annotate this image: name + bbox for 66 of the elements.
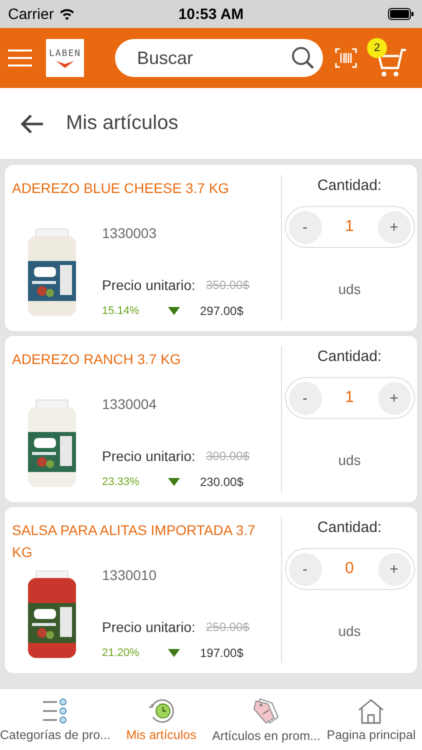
product-code: 1330003	[102, 225, 158, 243]
clock-time: 10:53 AM	[178, 6, 244, 22]
cart-count-badge: 2	[367, 38, 387, 58]
down-triangle-icon	[168, 649, 180, 657]
nav-label: Artículos en prom...	[212, 728, 320, 742]
price-label: Precio unitario:	[102, 448, 196, 464]
product-code: 1330010	[102, 567, 158, 585]
increase-button[interactable]: +	[378, 210, 410, 244]
down-triangle-icon	[168, 478, 180, 486]
quantity-value: 1	[345, 218, 354, 236]
barcode-scanner-icon[interactable]	[335, 48, 357, 68]
product-card[interactable]: ADEREZO BLUE CHEESE 3.7 KG 1330003 Precio unitario: 350.00$ 15.14% 297.00$ Cantidad: - 1 + uds	[5, 165, 417, 331]
price-label: Precio unitario:	[102, 619, 196, 635]
carrier-name: Carrier	[8, 6, 54, 22]
wifi-icon	[58, 8, 75, 20]
decrease-button[interactable]: -	[288, 382, 322, 414]
product-code: 1330004	[102, 396, 158, 414]
quantity-stepper[interactable]: - 1 +	[284, 377, 414, 419]
down-triangle-icon	[168, 307, 180, 315]
quantity-value: 1	[345, 389, 354, 407]
original-price: 350.00$	[206, 278, 250, 292]
menu-icon[interactable]	[8, 49, 32, 67]
price-tag-icon	[252, 696, 280, 724]
discounted-price: 297.00$	[200, 304, 244, 318]
battery-icon	[388, 8, 414, 20]
product-name: ADEREZO BLUE CHEESE 3.7 KG	[12, 179, 230, 198]
decrease-button[interactable]: -	[288, 552, 322, 586]
discount-percent: 15.14%	[102, 305, 140, 317]
home-icon	[357, 698, 386, 724]
nav-label: Mis artículos	[126, 728, 196, 742]
quantity-stepper[interactable]: - 0 +	[284, 548, 414, 590]
increase-button[interactable]: +	[378, 382, 410, 414]
original-price: 250.00$	[206, 620, 250, 634]
nav-tab[interactable]: Mis artículos	[110, 689, 212, 750]
back-arrow-icon[interactable]	[20, 114, 44, 134]
discount-percent: 23.33%	[102, 476, 140, 488]
brand-logo: LABEN	[46, 39, 84, 77]
search-field[interactable]: Buscar	[115, 39, 323, 77]
quantity-value: 0	[345, 560, 354, 578]
list-icon	[41, 698, 70, 724]
clock-cycle-icon	[147, 698, 176, 724]
quantity-label: Cantidad:	[317, 519, 382, 536]
unit-label: uds	[338, 281, 361, 297]
product-card[interactable]: SALSA PARA ALITAS IMPORTADA 3.7 KG 1330010 Precio unitario: 250.00$ 21.20% 197.00$ Cantidad: - 0 + uds	[5, 507, 417, 673]
page-title: Mis artículos	[66, 112, 178, 135]
nav-tab[interactable]: Artículos en prom...	[212, 689, 320, 750]
product-name: SALSA PARA ALITAS IMPORTADA 3.7 KG	[12, 521, 256, 562]
price-label: Precio unitario:	[102, 277, 196, 293]
unit-label: uds	[338, 623, 361, 639]
discount-percent: 21.20%	[102, 647, 140, 659]
discounted-price: 197.00$	[200, 646, 244, 660]
quantity-label: Cantidad:	[317, 348, 382, 365]
discounted-price: 230.00$	[200, 475, 244, 489]
nav-tab[interactable]: Pagina principal	[320, 689, 422, 750]
search-icon[interactable]	[291, 46, 315, 70]
unit-label: uds	[338, 452, 361, 468]
increase-button[interactable]: +	[378, 552, 410, 586]
decrease-button[interactable]: -	[288, 210, 322, 244]
nav-tab[interactable]: Categorías de pro...	[0, 689, 110, 750]
quantity-label: Cantidad:	[317, 177, 382, 194]
original-price: 300.00$	[206, 449, 250, 463]
product-card[interactable]: ADEREZO RANCH 3.7 KG 1330004 Precio unitario: 300.00$ 23.33% 230.00$ Cantidad: - 1 + uds	[5, 336, 417, 502]
product-name: ADEREZO RANCH 3.7 KG	[12, 350, 182, 369]
quantity-stepper[interactable]: - 1 +	[284, 206, 414, 248]
nav-label: Pagina principal	[326, 728, 416, 742]
nav-label: Categorías de pro...	[0, 728, 110, 742]
